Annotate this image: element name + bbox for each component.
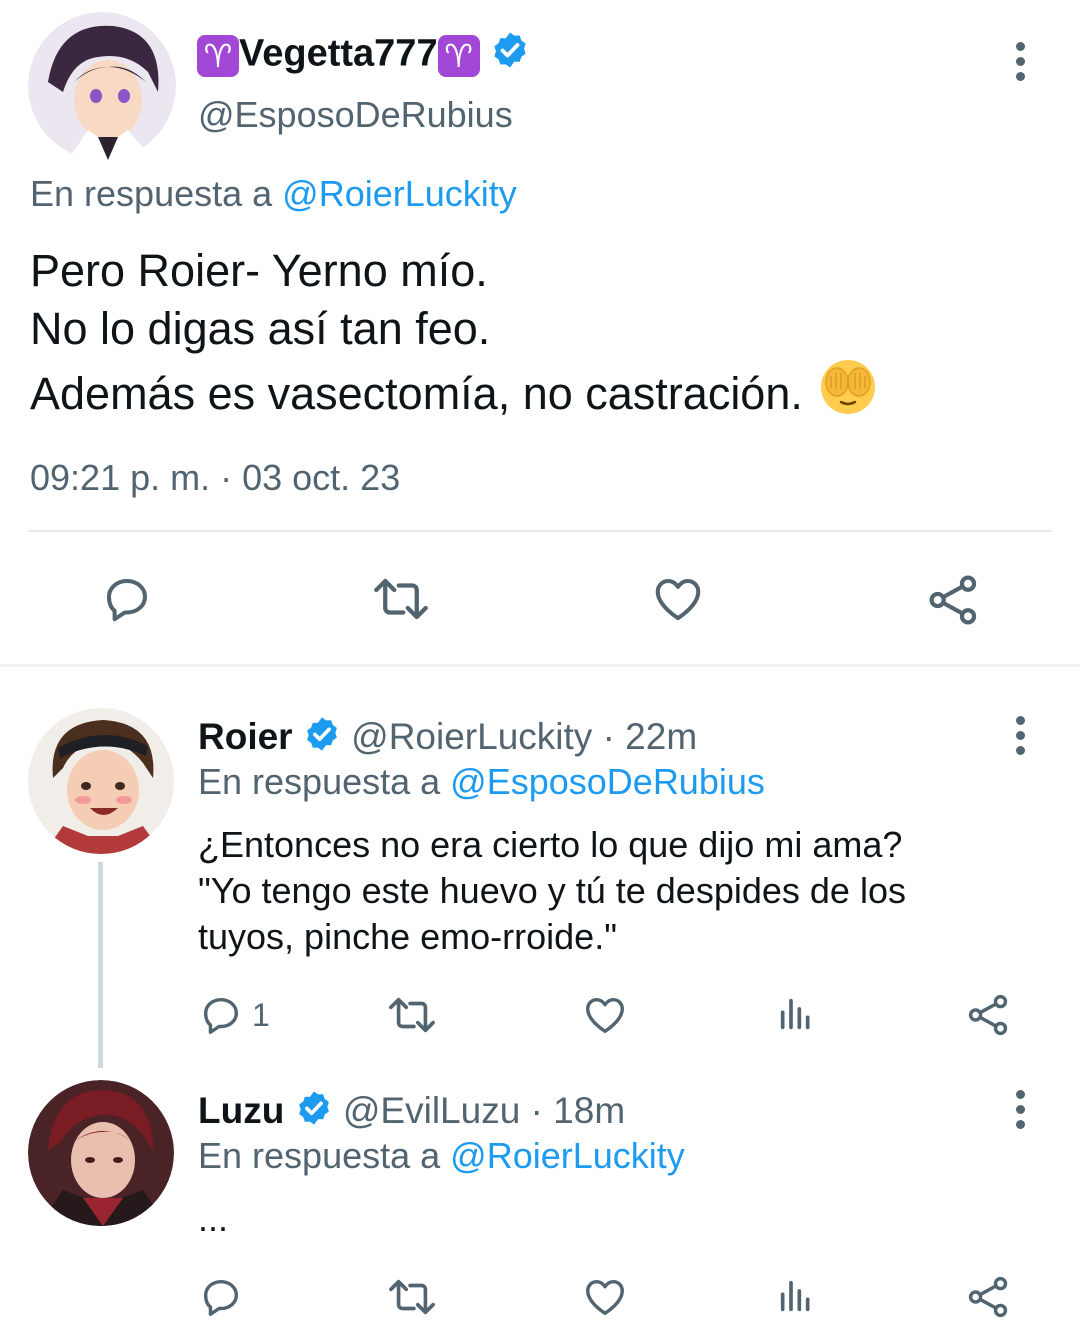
- aries-emoji-icon: ♈: [197, 34, 239, 77]
- reply-prefix: En respuesta a: [198, 761, 441, 802]
- reply-to-link[interactable]: @RoierLuckity: [282, 173, 517, 214]
- display-name-row[interactable]: ♈ Vegetta777 ♈: [197, 30, 530, 77]
- reply-count: 1: [252, 996, 270, 1033]
- heart-icon[interactable]: [582, 1274, 628, 1320]
- tweet-text: ...: [198, 1196, 228, 1242]
- reply-to-link[interactable]: @EsposoDeRubius: [450, 761, 765, 802]
- avatar[interactable]: [28, 708, 174, 854]
- avatar[interactable]: [28, 1080, 174, 1226]
- handle[interactable]: @EsposoDeRubius: [198, 94, 513, 136]
- heart-icon[interactable]: [582, 992, 628, 1038]
- tweet-line: Pero Roier- Yerno mío.: [30, 245, 488, 296]
- thread-line: [98, 862, 103, 1068]
- more-icon[interactable]: [1016, 1090, 1030, 1135]
- retweet-icon[interactable]: [370, 572, 432, 626]
- handle[interactable]: @RoierLuckity: [351, 716, 592, 757]
- display-name[interactable]: Luzu: [198, 1090, 284, 1131]
- face-with-hands-emoji-icon: [819, 358, 877, 430]
- tweet-line: ...: [198, 1198, 229, 1239]
- share-icon[interactable]: [966, 992, 1012, 1038]
- avatar[interactable]: [28, 12, 176, 160]
- reply-icon[interactable]: [198, 1274, 244, 1320]
- reply-to-link[interactable]: @RoierLuckity: [450, 1135, 685, 1176]
- timestamp[interactable]: 09:21 p. m. · 03 oct. 23: [30, 456, 400, 500]
- time: · 18m: [530, 1090, 626, 1131]
- tweet-line: Además es vasectomía, no castración.: [30, 368, 803, 419]
- tweet-line: ¿Entonces no era cierto lo que dijo mi a…: [198, 824, 903, 865]
- display-name[interactable]: Roier: [198, 716, 293, 757]
- reply-header: Luzu @EvilLuzu · 18m: [198, 1088, 625, 1138]
- display-name: Vegetta777: [239, 32, 438, 75]
- more-icon[interactable]: [1016, 716, 1030, 761]
- tweet-line: No lo digas así tan feo.: [30, 303, 491, 354]
- reply-header: Roier @RoierLuckity · 22m: [198, 714, 697, 764]
- time: · 22m: [602, 716, 698, 757]
- share-icon[interactable]: [926, 572, 982, 628]
- reply-context: En respuesta a @RoierLuckity: [30, 172, 517, 216]
- retweet-icon[interactable]: [386, 1274, 438, 1320]
- reply-icon[interactable]: 1: [198, 992, 270, 1038]
- verified-badge-icon: [295, 1089, 333, 1138]
- tweet-text: Pero Roier- Yerno mío. No lo digas así t…: [30, 242, 877, 430]
- reply-context: En respuesta a @EsposoDeRubius: [198, 760, 765, 804]
- tweet-text: ¿Entonces no era cierto lo que dijo mi a…: [198, 822, 906, 960]
- verified-badge-icon: [490, 30, 530, 81]
- handle[interactable]: @EvilLuzu: [343, 1090, 520, 1131]
- verified-badge-icon: [303, 715, 341, 764]
- reply-prefix: En respuesta a: [198, 1135, 441, 1176]
- more-icon[interactable]: [1016, 42, 1030, 87]
- divider: [28, 530, 1052, 532]
- share-icon[interactable]: [966, 1274, 1012, 1320]
- retweet-icon[interactable]: [386, 992, 438, 1038]
- tweet-line: tuyos, pinche emo-rroide.": [198, 916, 617, 957]
- analytics-icon[interactable]: [776, 1276, 816, 1316]
- reply-context: En respuesta a @RoierLuckity: [198, 1134, 685, 1178]
- tweet-line: "Yo tengo este huevo y tú te despides de…: [198, 870, 906, 911]
- analytics-icon[interactable]: [776, 994, 816, 1034]
- heart-icon[interactable]: [650, 572, 706, 626]
- section-divider: [0, 664, 1080, 667]
- aries-emoji-icon: ♈: [437, 34, 480, 77]
- reply-prefix: En respuesta a: [30, 173, 273, 214]
- reply-icon[interactable]: [100, 572, 154, 626]
